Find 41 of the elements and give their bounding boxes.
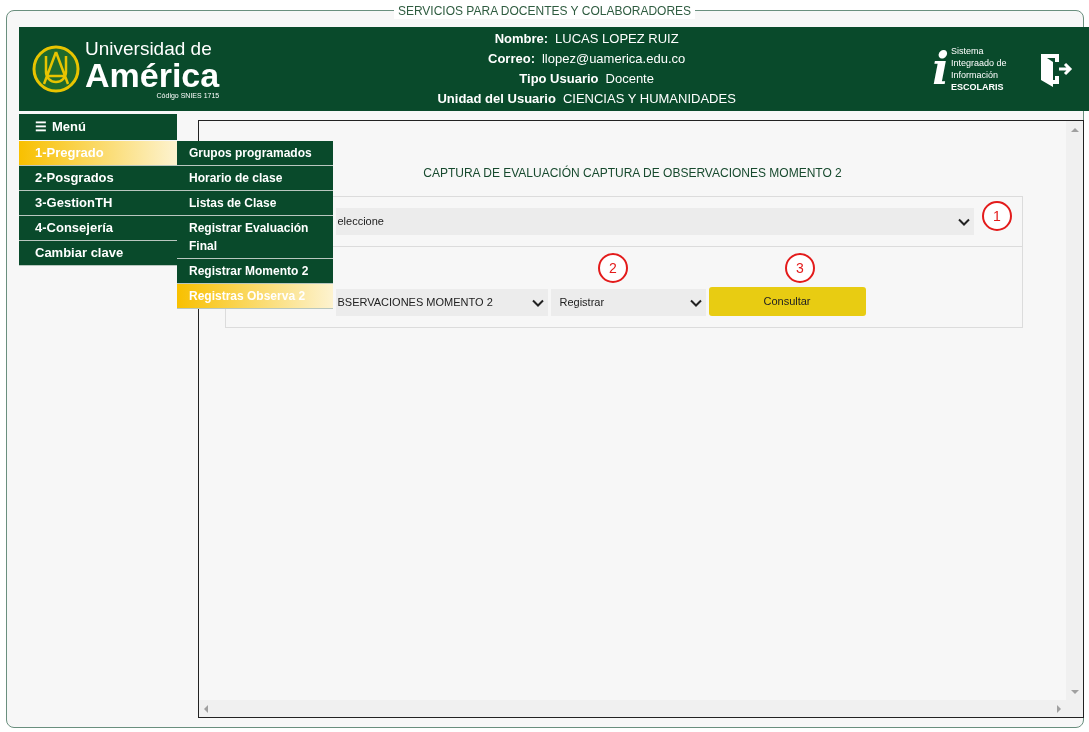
submenu-item[interactable]: Listas de Clase [177, 191, 333, 216]
menu-item[interactable]: 2-Posgrados [19, 166, 177, 191]
menu-header[interactable]: ☰ Menú [19, 114, 177, 140]
chevron-down-icon [689, 298, 702, 307]
submenu-item[interactable]: Horario de clase [177, 166, 333, 191]
menu-item[interactable]: 4-Consejería [19, 216, 177, 241]
system-logo-letter: i [932, 47, 949, 91]
logo-line: Universidad de [85, 39, 213, 58]
submenu-item[interactable]: Grupos programados [177, 141, 333, 166]
logo-emblem-icon [31, 44, 81, 94]
logo-name: América [85, 58, 220, 92]
info-value: LUCAS LOPEZ RUIZ [555, 30, 679, 48]
consult-button[interactable]: Consultar [708, 287, 866, 316]
info-label: Correo: [488, 50, 535, 68]
chevron-down-icon [957, 217, 970, 226]
submenu-item[interactable]: Registrar Momento 2 [177, 259, 333, 284]
system-logo-text: Integraado de [951, 57, 1008, 69]
scroll-left-icon[interactable] [203, 704, 209, 713]
scroll-down-icon[interactable] [1070, 689, 1079, 695]
horizontal-scrollbar[interactable] [199, 700, 1066, 717]
system-logo-text: Sistema [951, 45, 985, 57]
menu-item[interactable]: Cambiar clave [19, 241, 177, 266]
scroll-right-icon[interactable] [1056, 704, 1062, 713]
select-field[interactable]: Registrar [550, 289, 706, 316]
system-logo-text: Información [951, 69, 1000, 81]
page-title: CAPTURA DE EVALUACIÓN CAPTURA DE OBSERVACIONES MOMENTO 2 [423, 164, 842, 182]
info-value: Docente [605, 70, 654, 88]
info-label: Nombre: [494, 30, 549, 48]
system-logo-name: ESCOLARIS [951, 81, 1005, 93]
legend-title: SERVICIOS PARA DOCENTES Y COLABORADORES [393, 3, 696, 19]
menu-item[interactable]: 3-GestionTH [19, 191, 177, 216]
info-value: CIENCIAS Y HUMANIDADES [562, 90, 736, 108]
submenu-item[interactable]: Registrar Evaluación Final [177, 216, 333, 259]
scroll-up-icon[interactable] [1070, 127, 1079, 133]
info-label: Unidad del Usuario [437, 90, 556, 108]
select-field[interactable]: eleccione [335, 208, 974, 235]
info-value: llopez@uamerica.edu.co [541, 50, 686, 68]
chevron-down-icon [531, 298, 544, 307]
info-label: Tipo Usuario [519, 70, 599, 88]
vertical-scrollbar[interactable] [1066, 121, 1083, 717]
select-field[interactable]: BSERVACIONES MOMENTO 2 [335, 289, 548, 316]
